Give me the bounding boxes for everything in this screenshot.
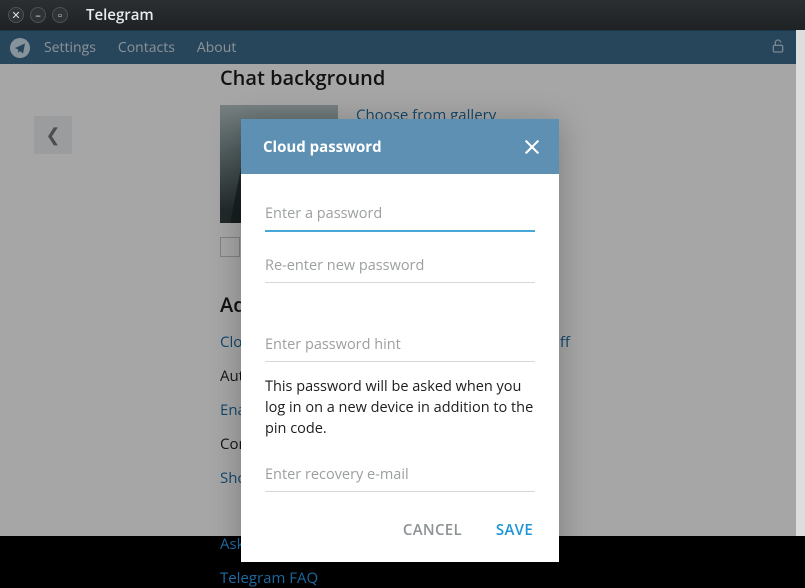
- dialog-help-text: This password will be asked when you log…: [265, 376, 535, 439]
- confirm-password-input[interactable]: [265, 248, 535, 283]
- window-maximize-button[interactable]: ▫: [52, 7, 68, 23]
- window-minimize-button[interactable]: –: [30, 7, 46, 23]
- window-titlebar: ✕ – ▫ Telegram: [0, 0, 805, 30]
- window-title: Telegram: [86, 5, 154, 25]
- cloud-password-dialog: Cloud password This password will be ask…: [241, 119, 559, 562]
- cancel-button[interactable]: CANCEL: [403, 520, 462, 540]
- window-close-button[interactable]: ✕: [8, 7, 24, 23]
- password-input[interactable]: [265, 196, 535, 232]
- dialog-header: Cloud password: [241, 119, 559, 174]
- dialog-title: Cloud password: [263, 137, 382, 157]
- scrollbar[interactable]: [796, 30, 805, 536]
- telegram-faq-link[interactable]: Telegram FAQ: [220, 568, 796, 588]
- password-hint-input[interactable]: [265, 327, 535, 362]
- save-button[interactable]: SAVE: [496, 520, 533, 540]
- recovery-email-input[interactable]: [265, 457, 535, 492]
- dialog-close-button[interactable]: [523, 138, 541, 156]
